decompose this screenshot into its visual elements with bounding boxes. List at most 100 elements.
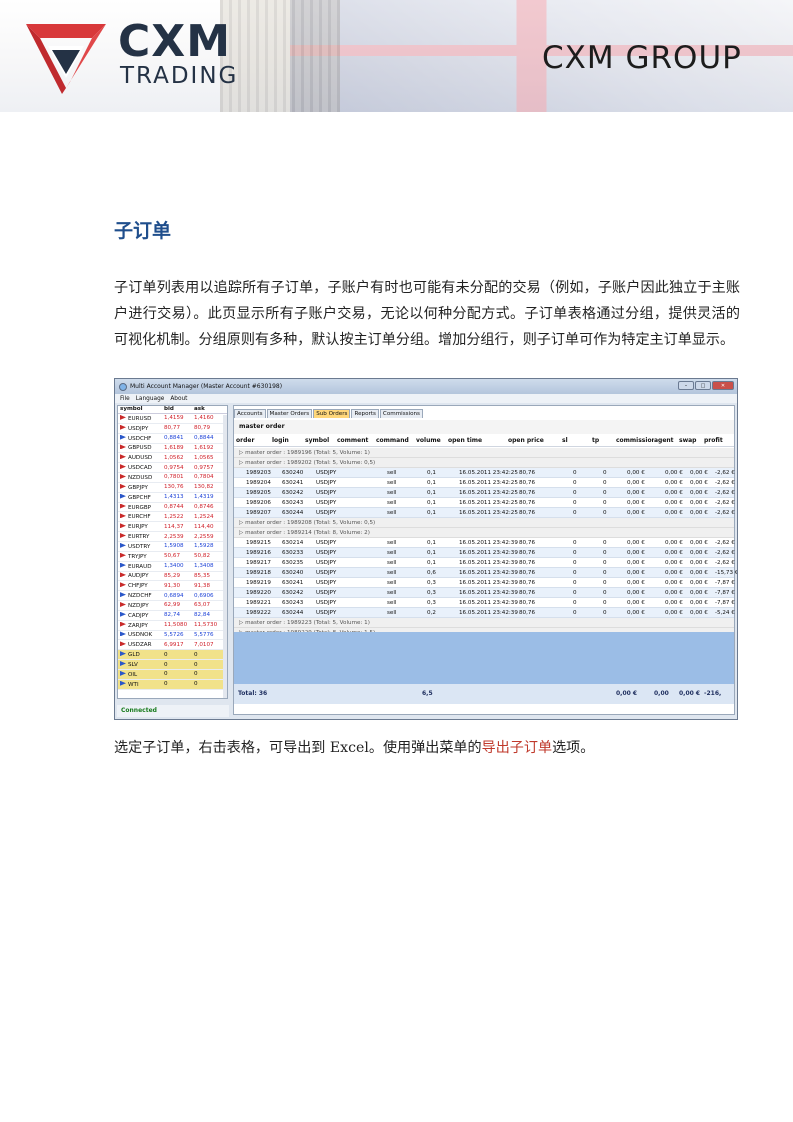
group-row[interactable]: ▷ master order : 1989196 (Total: 5, Volu… xyxy=(234,448,734,458)
table-row[interactable]: 1989215 630214 USDJPY sell 0,1 16.05.2011 23:… xyxy=(234,538,735,548)
col-volume[interactable]: volume xyxy=(416,437,448,446)
group-row[interactable]: ▷ master order : 1989214 (Total: 8, Volu… xyxy=(234,528,734,538)
cell-swap: 0,00 € xyxy=(690,500,708,506)
quote-row[interactable]: CADJPY 82,74 82,84 xyxy=(118,611,227,621)
trend-arrow-icon xyxy=(120,434,126,440)
table-row[interactable]: 1989221 630243 USDJPY sell 0,3 16.05.2011 23:… xyxy=(234,598,735,608)
group-by-chip[interactable]: master order xyxy=(239,423,285,430)
quote-symbol: ZARJPY xyxy=(118,621,164,629)
table-row[interactable]: 1989216 630233 USDJPY sell 0,1 16.05.2011 23:… xyxy=(234,548,735,558)
quote-row[interactable]: EURGBP 0,8744 0,8746 xyxy=(118,503,227,513)
quote-row[interactable]: USDCAD 0,9754 0,9757 xyxy=(118,463,227,474)
close-button[interactable]: ✕ xyxy=(712,381,734,390)
quote-row[interactable]: USDZAR 6,9917 7,0107 xyxy=(118,640,227,651)
col-comment[interactable]: comment xyxy=(337,437,376,446)
table-row[interactable]: 1989217 630235 USDJPY sell 0,1 16.05.2011 23:… xyxy=(234,558,735,568)
col-tp[interactable]: tp xyxy=(592,437,616,446)
quote-row[interactable]: EURUSD 1,4159 1,4160 xyxy=(118,414,227,424)
tab-master-orders[interactable]: Master Orders xyxy=(266,409,313,418)
col-commission[interactable]: commission xyxy=(616,437,654,446)
cell-command: sell xyxy=(387,540,397,546)
trend-arrow-icon xyxy=(120,572,126,578)
cell-volume: 0,2 xyxy=(427,610,436,616)
cell-comment xyxy=(348,478,387,487)
col-sl[interactable]: sl xyxy=(562,437,592,446)
quote-row[interactable]: ZARJPY 11,5080 11,5730 xyxy=(118,621,227,631)
col-order[interactable]: order xyxy=(234,437,272,446)
tab-accounts[interactable]: Accounts xyxy=(234,409,266,418)
col-symbol[interactable]: symbol xyxy=(305,437,337,446)
table-row[interactable]: 1989220 630242 USDJPY sell 0,3 16.05.2011 23:… xyxy=(234,588,735,598)
col-profit[interactable]: profit xyxy=(704,437,732,446)
quote-row[interactable]: NZDJPY 62,99 63,07 xyxy=(118,601,227,611)
group-by-bar[interactable]: master order xyxy=(234,420,734,434)
quote-row[interactable]: USDTRY 1,5908 1,5928 xyxy=(118,542,227,552)
col-swap[interactable]: swap xyxy=(679,437,704,446)
cell-volume: 0,1 xyxy=(427,510,436,516)
cell-volume: 0,1 xyxy=(427,560,436,566)
quote-row[interactable]: GBPUSD 1,6189 1,6192 xyxy=(118,444,227,454)
table-row[interactable]: 1989218 630240 USDJPY sell 0,6 16.05.2011 23:… xyxy=(234,568,737,578)
quote-row[interactable]: SLV 0 0 xyxy=(118,660,227,670)
quote-row[interactable]: AUDJPY 85,29 85,35 xyxy=(118,572,227,582)
table-row[interactable]: 1989203 630240 USDJPY sell 0,1 16.05.2011 23:… xyxy=(234,468,735,478)
cell-open-time: 16.05.2011 23:42:39 xyxy=(459,550,518,556)
col-open-time[interactable]: open time xyxy=(448,437,508,446)
quote-row[interactable]: WTI 0 0 xyxy=(118,679,227,690)
col-bid[interactable]: bid xyxy=(164,406,194,413)
col-command[interactable]: command xyxy=(376,437,416,446)
menu-about[interactable]: About xyxy=(170,396,187,402)
tab-sub-orders[interactable]: Sub Orders xyxy=(313,409,351,418)
quote-row[interactable]: EURTRY 2,2539 2,2559 xyxy=(118,532,227,542)
maximize-button[interactable]: □ xyxy=(695,381,711,390)
header-building-background xyxy=(220,0,340,112)
quote-row[interactable]: AUDUSD 1,0562 1,0565 xyxy=(118,453,227,464)
table-row[interactable]: 1989204 630241 USDJPY sell 0,1 16.05.2011 23:… xyxy=(234,478,735,488)
tab-reports[interactable]: Reports xyxy=(351,409,379,418)
quote-row[interactable]: GLD 0 0 xyxy=(118,650,227,661)
cell-volume: 0,1 xyxy=(427,550,436,556)
trend-arrow-icon xyxy=(120,562,126,568)
quote-row[interactable]: EURCHF 1,2522 1,2524 xyxy=(118,512,227,523)
quote-row[interactable]: TRYJPY 50,67 50,82 xyxy=(118,552,227,562)
quote-row[interactable]: NZDCHF 0,6894 0,6906 xyxy=(118,591,227,602)
quote-row[interactable]: USDCHF 0,8841 0,8844 xyxy=(118,434,227,444)
total-agent: 0,00 xyxy=(654,690,669,697)
quote-row[interactable]: NZDUSD 0,7801 0,7804 xyxy=(118,473,227,483)
tab-commissions[interactable]: Commissions xyxy=(379,409,423,418)
quote-row[interactable]: OIL 0 0 xyxy=(118,669,227,680)
empty-grid-area xyxy=(234,632,734,684)
quotes-scrollbar[interactable] xyxy=(223,415,227,698)
table-row[interactable]: 1989205 630242 USDJPY sell 0,1 16.05.2011 23:… xyxy=(234,488,735,498)
group-row[interactable]: ▷ master order : 1989223 (Total: 5, Volu… xyxy=(234,618,734,628)
table-row[interactable]: 1989206 630243 USDJPY sell 0,1 16.05.2011 23:… xyxy=(234,498,735,508)
table-row[interactable]: 1989222 630244 USDJPY sell 0,2 16.05.2011 23:… xyxy=(234,608,735,618)
col-open-price[interactable]: open price xyxy=(508,437,562,446)
group-row[interactable]: ▷ master order : 1989208 (Total: 5, Volu… xyxy=(234,518,734,528)
col-ask[interactable]: ask xyxy=(194,406,222,413)
quote-row[interactable]: GBPCHF 1,4313 1,4319 xyxy=(118,493,227,503)
quotes-list: EURUSD 1,4159 1,4160 USDJPY 80,77 80,79 USDCHF… xyxy=(118,414,227,690)
group-row[interactable]: ▷ master order : 1989202 (Total: 5, Volu… xyxy=(234,458,734,468)
quote-row[interactable]: GBPJPY 130,76 130,82 xyxy=(118,483,227,493)
col-agent[interactable]: agent xyxy=(654,437,679,446)
quote-row[interactable]: USDJPY 80,77 80,79 xyxy=(118,424,227,434)
col-login[interactable]: login xyxy=(272,437,305,446)
quote-row[interactable]: EURAUD 1,3400 1,3408 xyxy=(118,562,227,572)
total-commission: 0,00 € xyxy=(616,690,638,697)
quote-ask: 50,82 xyxy=(194,553,211,560)
menu-file[interactable]: File xyxy=(120,396,130,402)
cell-open-time: 16.05.2011 23:42:25 xyxy=(459,470,518,476)
cell-login: 630240 xyxy=(282,570,304,576)
menu-language[interactable]: Language xyxy=(136,396,165,402)
minimize-button[interactable]: – xyxy=(678,381,694,390)
cell-volume: 0,6 xyxy=(427,570,436,576)
table-row[interactable]: 1989219 630241 USDJPY sell 0,3 16.05.2011 23:… xyxy=(234,578,735,588)
col-symbol[interactable]: symbol xyxy=(118,406,164,413)
quote-row[interactable]: USDNOK 5,5726 5,5776 xyxy=(118,631,227,641)
table-row[interactable]: 1989207 630244 USDJPY sell 0,1 16.05.2011 23:… xyxy=(234,508,735,518)
quote-row[interactable]: CHFJPY 91,30 91,38 xyxy=(118,581,227,592)
cell-commission: 0,00 € xyxy=(627,500,645,506)
quote-bid: 0 xyxy=(164,681,168,688)
quote-row[interactable]: EURJPY 114,37 114,40 xyxy=(118,522,227,533)
